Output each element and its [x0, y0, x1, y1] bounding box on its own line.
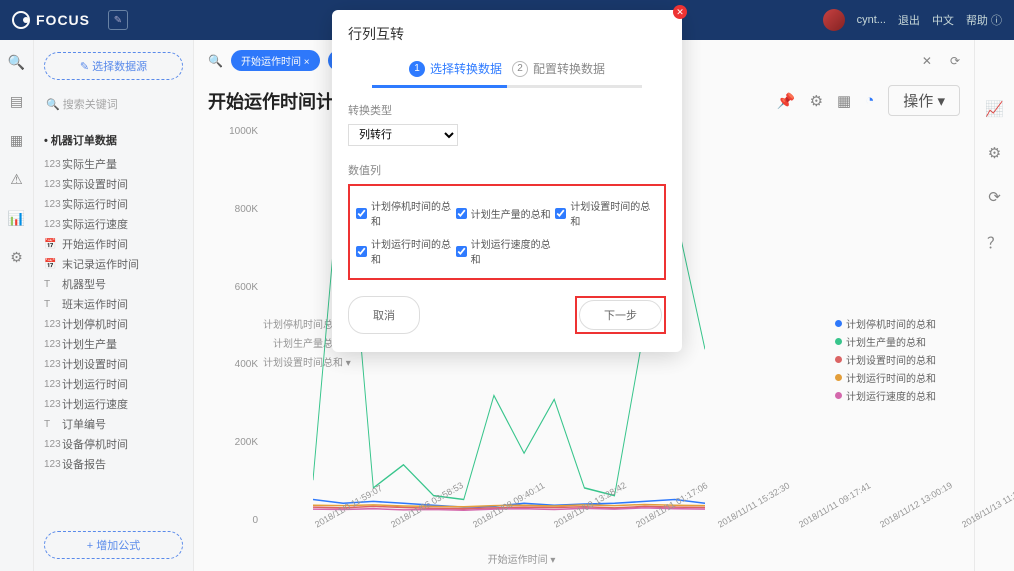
- step-1: 1选择转换数据: [409, 60, 502, 77]
- cols-label: 数值列: [348, 162, 666, 178]
- step-2: 2配置转换数据: [512, 60, 605, 77]
- next-button[interactable]: 下一步: [579, 300, 662, 330]
- column-checkbox[interactable]: 计划停机时间的总和: [356, 194, 456, 232]
- progress-bar: [372, 85, 642, 88]
- column-checkbox[interactable]: 计划生产量的总和: [456, 194, 556, 232]
- close-icon[interactable]: ✕: [673, 5, 687, 19]
- modal: ✕ 行列互转 1选择转换数据 2配置转换数据 转换类型 列转行 数值列 计划停机…: [332, 10, 682, 352]
- column-checkbox[interactable]: 计划运行时间的总和: [356, 232, 456, 270]
- modal-title: 行列互转: [332, 10, 682, 54]
- type-label: 转换类型: [348, 102, 666, 118]
- column-checkbox[interactable]: 计划设置时间的总和: [555, 194, 655, 232]
- cancel-button[interactable]: 取消: [348, 296, 420, 334]
- step-indicator: 1选择转换数据 2配置转换数据: [332, 54, 682, 85]
- next-highlight-box: 下一步: [575, 296, 666, 334]
- columns-highlight-box: 计划停机时间的总和计划生产量的总和计划设置时间的总和计划运行时间的总和计划运行速…: [348, 184, 666, 280]
- modal-overlay: ✕ 行列互转 1选择转换数据 2配置转换数据 转换类型 列转行 数值列 计划停机…: [0, 0, 1014, 571]
- type-select[interactable]: 列转行: [348, 124, 458, 146]
- column-checkbox[interactable]: 计划运行速度的总和: [456, 232, 556, 270]
